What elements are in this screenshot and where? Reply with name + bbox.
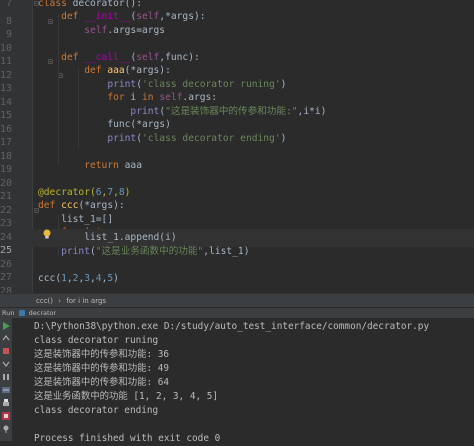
scroll-up-icon[interactable] xyxy=(2,334,10,342)
line-number-gutter: 7 8 9 10 11 12 13 14 15 16 17 18 19 20 2… xyxy=(0,0,33,293)
print-icon[interactable] xyxy=(2,399,10,407)
breadcrumb: ccc() › for i in args xyxy=(0,293,474,308)
console-line: 这是装饰器中的传参和功能: 36 xyxy=(34,349,170,360)
console-line: class decorator runing xyxy=(34,335,159,346)
python-file-icon xyxy=(18,310,25,316)
breadcrumb-item[interactable]: ccc() xyxy=(36,297,53,305)
console-line: class decorator ending xyxy=(34,405,159,416)
code-line-9: self.args=args xyxy=(84,25,166,36)
console-line: D:\Python38\python.exe D:/study/auto_tes… xyxy=(34,321,430,332)
pause-icon[interactable] xyxy=(2,373,10,381)
scroll-down-icon[interactable] xyxy=(2,360,10,368)
code-line-26: print("这是业务函数中的功能",list_1) xyxy=(61,246,250,257)
breadcrumb-separator: › xyxy=(58,297,62,305)
code-line-28: ccc(1,2,3,4,5) xyxy=(38,273,119,284)
line-number: 28 xyxy=(0,286,12,293)
restore-layout-icon[interactable] xyxy=(2,412,10,420)
code-editor[interactable]: 7 8 9 10 11 12 13 14 15 16 17 18 19 20 2… xyxy=(0,0,474,293)
pin-icon[interactable] xyxy=(2,425,10,433)
console-line: 这是装饰器中的传参和功能: 64 xyxy=(34,377,170,388)
console-line: 这是装饰器中的传参和功能: 49 xyxy=(34,363,170,374)
code-line-17: print('class decorator ending') xyxy=(107,133,287,144)
stop-icon[interactable] xyxy=(2,347,10,355)
rerun-icon[interactable] xyxy=(2,322,10,330)
console-line: 这是业务函数中的功能 [1, 2, 3, 4, 5] xyxy=(34,391,219,402)
code-area[interactable]: class decorator(): def __init__(self,*ar… xyxy=(32,0,474,293)
console-line: Process finished with exit code 0 xyxy=(34,433,221,444)
run-tab-prefix: Run xyxy=(2,309,15,317)
soft-wrap-icon[interactable] xyxy=(2,386,10,394)
code-line-19: return aaa xyxy=(84,160,142,171)
line-number: 7 xyxy=(5,0,12,9)
breadcrumb-item[interactable]: for i in args xyxy=(66,297,106,305)
lightbulb-icon[interactable] xyxy=(42,229,52,240)
run-tab-label[interactable]: decrator xyxy=(29,309,57,317)
console-output[interactable]: D:\Python38\python.exe D:/study/auto_tes… xyxy=(12,318,474,444)
